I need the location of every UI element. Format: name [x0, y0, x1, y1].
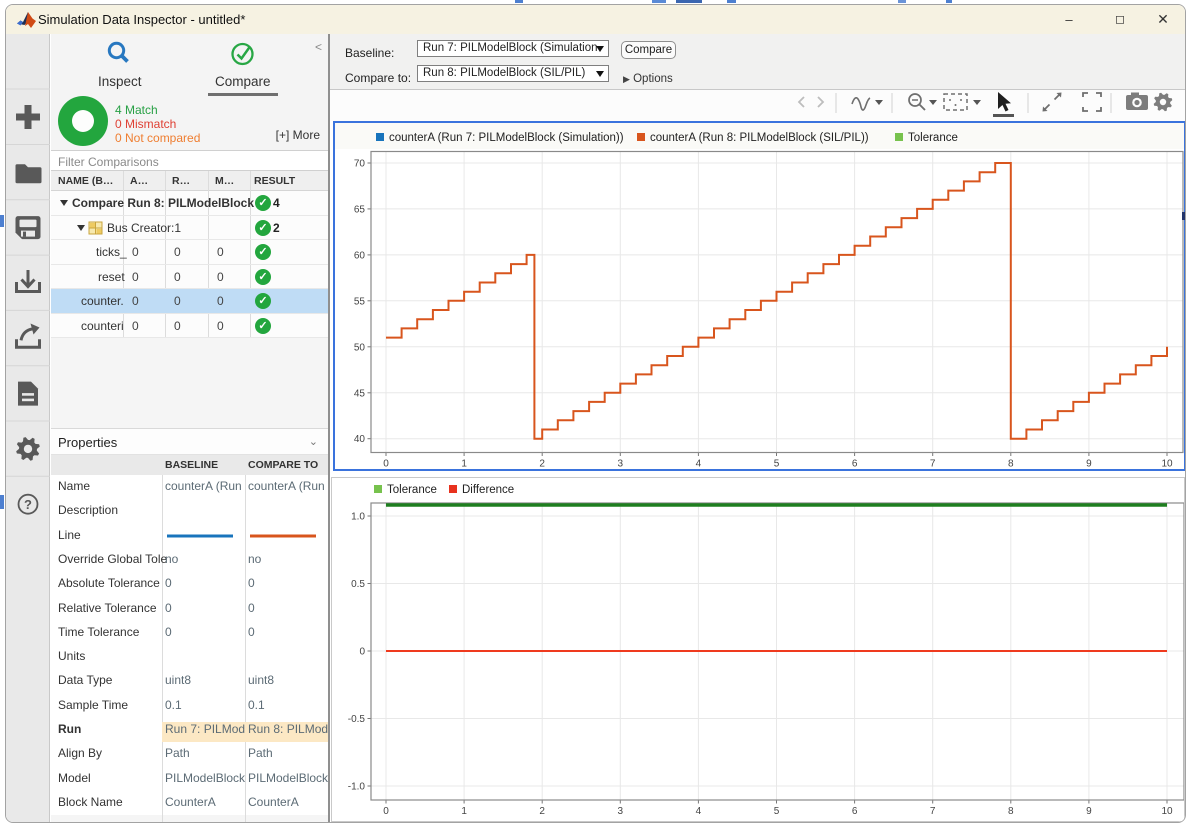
svg-text:3: 3 [618, 459, 624, 470]
svg-text:60: 60 [354, 250, 366, 261]
svg-text:10: 10 [1161, 459, 1173, 470]
svg-text:0.5: 0.5 [351, 579, 365, 590]
svg-text:55: 55 [354, 296, 366, 307]
svg-text:-1.0: -1.0 [348, 782, 366, 793]
svg-text:4: 4 [696, 459, 702, 470]
svg-text:?: ? [24, 497, 32, 512]
svg-text:6: 6 [852, 806, 858, 817]
svg-text:9: 9 [1086, 806, 1092, 817]
svg-text:2: 2 [539, 806, 545, 817]
svg-text:9: 9 [1086, 459, 1092, 470]
svg-text:8: 8 [1008, 806, 1014, 817]
svg-text:70: 70 [354, 159, 366, 170]
svg-text:7: 7 [930, 459, 936, 470]
svg-text:Tolerance: Tolerance [387, 484, 437, 496]
svg-text:7: 7 [930, 806, 936, 817]
svg-text:2: 2 [539, 459, 545, 470]
svg-text:40: 40 [354, 434, 366, 445]
svg-text:-0.5: -0.5 [348, 714, 366, 725]
svg-text:10: 10 [1161, 806, 1173, 817]
svg-text:1: 1 [461, 459, 467, 470]
svg-text:Difference: Difference [462, 484, 514, 496]
svg-text:4: 4 [696, 806, 702, 817]
svg-text:1: 1 [461, 806, 467, 817]
svg-text:1.0: 1.0 [351, 512, 365, 523]
svg-text:6: 6 [852, 459, 858, 470]
svg-text:5: 5 [774, 806, 780, 817]
svg-text:50: 50 [354, 342, 366, 353]
svg-text:45: 45 [354, 388, 366, 399]
svg-text:counterA (Run 8: PILModelBlock: counterA (Run 8: PILModelBlock (SIL/PIL)… [650, 132, 869, 144]
svg-text:65: 65 [354, 204, 366, 215]
svg-text:counterA (Run 7: PILModelBlock: counterA (Run 7: PILModelBlock (Simulati… [389, 132, 624, 144]
svg-text:Tolerance: Tolerance [908, 132, 958, 144]
svg-text:3: 3 [618, 806, 624, 817]
svg-text:0: 0 [383, 806, 389, 817]
svg-text:5: 5 [774, 459, 780, 470]
svg-text:0: 0 [383, 459, 389, 470]
svg-text:8: 8 [1008, 459, 1014, 470]
svg-text:0: 0 [359, 647, 365, 658]
